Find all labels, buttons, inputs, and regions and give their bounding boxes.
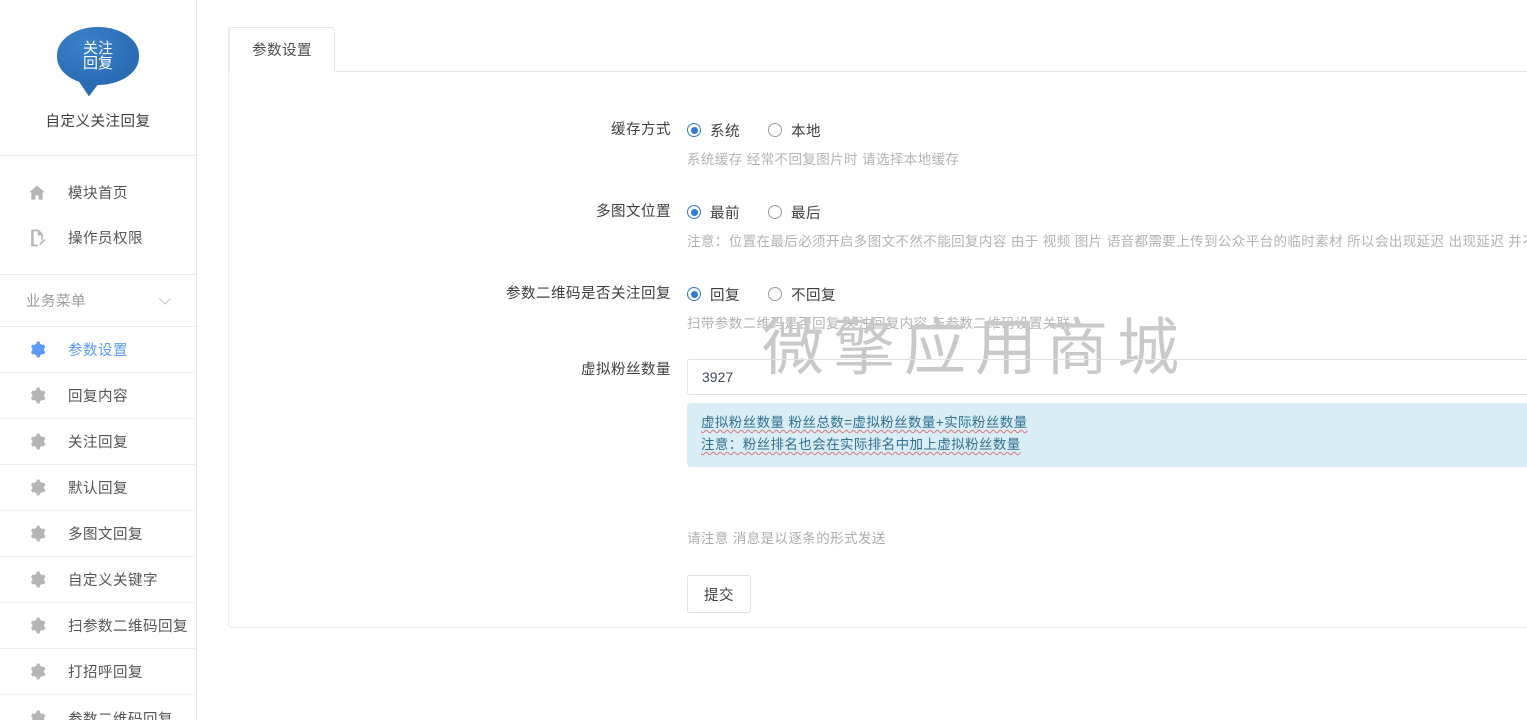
radio-group-multi-article-position: 最前 最后 (687, 201, 1527, 223)
sidebar: 关注 回复 自定义关注回复 模块首页 操作员权限 业务菜单 参数设置 回复内容 … (0, 0, 197, 720)
tab-param-settings[interactable]: 参数设置 (229, 27, 335, 72)
sidebar-item-follow-reply[interactable]: 关注回复 (0, 419, 196, 465)
sidebar-item-label: 扫参数二维码回复 (68, 619, 188, 635)
radio-qr-reply-no[interactable]: 不回复 (768, 284, 836, 305)
sidebar-item-label: 参数二维码回复 (68, 711, 173, 720)
sidebar-item-label: 自定义关键字 (68, 573, 158, 589)
sidebar-top-nav: 模块首页 操作员权限 (0, 156, 196, 275)
field-help-text: 注意：位置在最后必须开启多图文不然不能回复内容 由于 视频 图片 语音都需要上传… (687, 234, 1527, 249)
radio-cache-local[interactable]: 本地 (768, 120, 821, 141)
radio-indicator (687, 205, 701, 219)
gear-icon (26, 477, 48, 499)
form-row-submit: 提交 (229, 575, 1527, 613)
radio-group-cache-mode: 系统 本地 (687, 119, 1527, 141)
radio-position-last[interactable]: 最后 (768, 202, 821, 223)
speech-bubble-icon: 关注 回复 (57, 27, 139, 98)
sidebar-item-custom-keyword[interactable]: 自定义关键字 (0, 557, 196, 603)
radio-label: 本地 (791, 123, 821, 140)
radio-indicator (768, 287, 782, 301)
sidebar-menu-list: 参数设置 回复内容 关注回复 默认回复 多图文回复 自定义关键字 扫参数二维码回… (0, 327, 196, 720)
sidebar-item-operator-permission[interactable]: 操作员权限 (0, 215, 196, 260)
send-note-text: 请注意 消息是以逐条的形式发送 (687, 531, 886, 546)
radio-label: 最前 (710, 205, 740, 222)
sidebar-item-reply-content[interactable]: 回复内容 (0, 373, 196, 419)
document-edit-icon (26, 227, 48, 249)
gear-icon (26, 385, 48, 407)
sidebar-item-greeting-reply[interactable]: 打招呼回复 (0, 649, 196, 695)
info-line: 虚拟粉丝数量 粉丝总数=虚拟粉丝数量+实际粉丝数量 (701, 415, 1028, 430)
gear-icon (26, 707, 48, 720)
sidebar-item-param-qr-reply[interactable]: 参数二维码回复 (0, 695, 196, 720)
sidebar-section-label: 业务菜单 (26, 294, 86, 310)
radio-label: 最后 (791, 205, 821, 222)
home-icon (26, 182, 48, 204)
brand-title: 自定义关注回复 (45, 114, 151, 130)
info-line: 注意：粉丝排名也会在实际排名中加上虚拟粉丝数量 (701, 437, 1021, 452)
field-help-text: 系统缓存 经常不回复图片时 请选择本地缓存 (687, 152, 960, 167)
brand-header: 关注 回复 自定义关注回复 (0, 0, 196, 156)
field-control: 回复 不回复 扫带参数二维码是否回复 关注回复内容 与参数二维码设置关联 (687, 283, 1527, 334)
gear-icon (26, 339, 48, 361)
radio-cache-system[interactable]: 系统 (687, 120, 740, 141)
sidebar-item-label: 默认回复 (68, 481, 128, 497)
field-control: 最前 最后 注意：位置在最后必须开启多图文不然不能回复内容 由于 视频 图片 语… (687, 201, 1527, 252)
field-label: 虚拟粉丝数量 (581, 362, 671, 378)
field-help-text: 扫带参数二维码是否回复 关注回复内容 与参数二维码设置关联 (687, 316, 1071, 331)
sidebar-item-scan-param-qr-reply[interactable]: 扫参数二维码回复 (0, 603, 196, 649)
radio-label: 系统 (710, 123, 740, 140)
gear-icon (26, 615, 48, 637)
sidebar-item-label: 操作员权限 (68, 231, 143, 247)
sidebar-item-label: 参数设置 (68, 343, 128, 359)
chevron-down-icon (156, 292, 174, 310)
form-row-param-qr-follow-reply: 参数二维码是否关注回复 回复 不回复 扫带参数二维码是否回复 关注回复内容 与参… (229, 283, 1527, 334)
tab-bar: 参数设置 (229, 27, 1527, 72)
form-row-multi-article-position: 多图文位置 最前 最后 注意：位置在最后必须开启多图文不然不能回复内容 由于 视… (229, 201, 1527, 252)
field-label: 参数二维码是否关注回复 (506, 286, 671, 302)
sidebar-item-multi-article-reply[interactable]: 多图文回复 (0, 511, 196, 557)
sidebar-item-label: 回复内容 (68, 389, 128, 405)
app-root: 关注 回复 自定义关注回复 模块首页 操作员权限 业务菜单 参数设置 回复内容 … (0, 0, 1527, 720)
gear-icon (26, 431, 48, 453)
sidebar-item-label: 打招呼回复 (68, 665, 143, 681)
field-label: 缓存方式 (611, 122, 671, 138)
sidebar-item-label: 关注回复 (68, 435, 128, 451)
app-logo: 关注 回复 (57, 27, 139, 98)
main-content: 参数设置 缓存方式 系统 本地 系统缓存 经常不回复图片时 请选择本地缓存 多图… (197, 0, 1527, 720)
radio-label: 回复 (710, 287, 740, 304)
radio-indicator (768, 123, 782, 137)
radio-indicator (768, 205, 782, 219)
sidebar-item-label: 模块首页 (68, 186, 128, 202)
submit-button[interactable]: 提交 (687, 575, 751, 613)
form-row-virtual-fans-count: 虚拟粉丝数量 虚拟粉丝数量 粉丝总数=虚拟粉丝数量+实际粉丝数量 注意：粉丝排名… (229, 359, 1527, 467)
radio-group-param-qr-follow-reply: 回复 不回复 (687, 283, 1527, 305)
form-row-cache-mode: 缓存方式 系统 本地 系统缓存 经常不回复图片时 请选择本地缓存 (229, 119, 1527, 170)
logo-line-1: 关注 (82, 40, 113, 57)
radio-indicator (687, 287, 701, 301)
virtual-fans-count-input[interactable] (687, 359, 1527, 395)
field-control: 虚拟粉丝数量 粉丝总数=虚拟粉丝数量+实际粉丝数量 注意：粉丝排名也会在实际排名… (687, 359, 1527, 467)
sidebar-item-default-reply[interactable]: 默认回复 (0, 465, 196, 511)
radio-label: 不回复 (791, 287, 836, 304)
radio-indicator (687, 123, 701, 137)
logo-line-2: 回复 (82, 55, 113, 72)
sidebar-item-label: 多图文回复 (68, 527, 143, 543)
gear-icon (26, 661, 48, 683)
gear-icon (26, 569, 48, 591)
bubble-tail-icon (78, 77, 105, 98)
settings-form: 缓存方式 系统 本地 系统缓存 经常不回复图片时 请选择本地缓存 多图文位置 最… (229, 72, 1527, 627)
form-row-note: 请注意 消息是以逐条的形式发送 (229, 527, 1527, 547)
virtual-fans-info-box: 虚拟粉丝数量 粉丝总数=虚拟粉丝数量+实际粉丝数量 注意：粉丝排名也会在实际排名… (687, 403, 1527, 467)
sidebar-item-param-settings[interactable]: 参数设置 (0, 327, 196, 373)
sidebar-section-business-menu[interactable]: 业务菜单 (0, 275, 196, 327)
field-label: 多图文位置 (596, 204, 671, 220)
gear-icon (26, 523, 48, 545)
radio-position-first[interactable]: 最前 (687, 202, 740, 223)
settings-panel: 参数设置 缓存方式 系统 本地 系统缓存 经常不回复图片时 请选择本地缓存 多图… (228, 27, 1527, 628)
radio-qr-reply-yes[interactable]: 回复 (687, 284, 740, 305)
tab-label: 参数设置 (252, 43, 312, 59)
sidebar-item-module-home[interactable]: 模块首页 (0, 170, 196, 215)
field-control: 系统 本地 系统缓存 经常不回复图片时 请选择本地缓存 (687, 119, 1527, 170)
